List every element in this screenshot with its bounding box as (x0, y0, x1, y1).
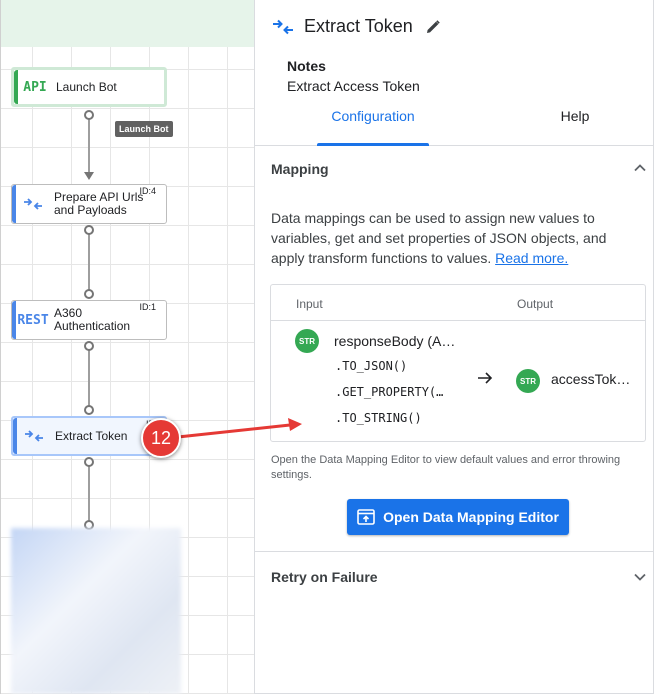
callout-badge: 12 (141, 418, 181, 458)
callout-arrow (177, 418, 302, 439)
